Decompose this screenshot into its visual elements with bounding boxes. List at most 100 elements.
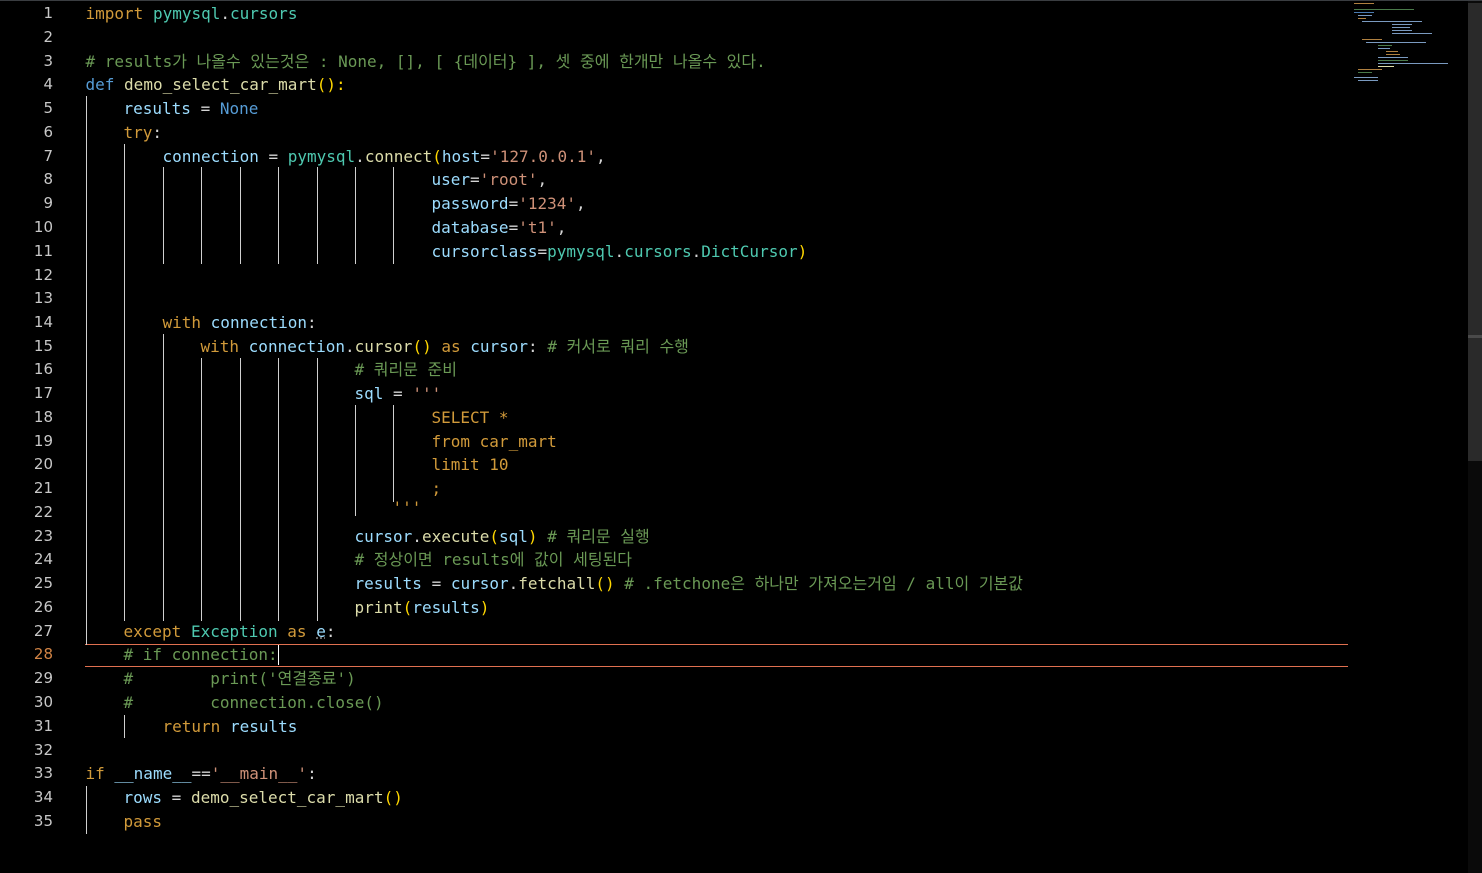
line-number: 1 xyxy=(43,4,53,22)
token-operator: = xyxy=(508,218,519,237)
code-line-5[interactable]: results = None xyxy=(124,97,259,121)
line-number: 32 xyxy=(33,741,53,759)
indent-guide xyxy=(277,358,279,621)
code-line-28[interactable]: # if connection: xyxy=(124,643,278,667)
code-line-30[interactable]: # connection.close() xyxy=(124,691,384,715)
token-class: Exception xyxy=(190,622,278,641)
minimap-line xyxy=(1354,12,1374,13)
token-variable: e xyxy=(316,622,326,641)
token-punct: , xyxy=(596,147,606,166)
token-function: execute xyxy=(421,527,490,546)
token-bracket: ) xyxy=(479,598,490,617)
code-line-31[interactable]: return results xyxy=(163,715,298,739)
token-punct: . xyxy=(355,147,365,166)
code-line-10[interactable]: database='t1', xyxy=(432,216,567,240)
line-number: 4 xyxy=(43,75,53,93)
token-punct: : xyxy=(307,313,317,332)
minimap-line xyxy=(1378,48,1390,49)
token-operator: = xyxy=(258,147,288,166)
minimap-line xyxy=(1358,18,1366,19)
code-line-8[interactable]: user='root', xyxy=(432,168,548,192)
indent-guide xyxy=(354,167,356,264)
line-number: 27 xyxy=(33,622,53,640)
code-line-35[interactable]: pass xyxy=(124,810,163,834)
code-line-4[interactable]: def demo_select_car_mart(): xyxy=(86,73,346,97)
minimap-line xyxy=(1392,30,1412,31)
code-line-19[interactable]: from car_mart xyxy=(432,430,557,454)
code-line-1[interactable]: import pymysql.cursors xyxy=(86,2,298,26)
code-line-24[interactable]: # 정상이면 results에 값이 세팅된다 xyxy=(355,548,633,572)
line-number: 31 xyxy=(33,717,53,735)
code-line-21[interactable]: ; xyxy=(432,477,442,501)
code-line-29[interactable]: # print('연결종료') xyxy=(124,667,356,691)
minimap-line xyxy=(1354,9,1414,10)
token-comment: # 커서로 쿼리 수행 xyxy=(547,337,689,356)
token-variable: sql xyxy=(499,527,528,546)
line-number: 2 xyxy=(43,28,53,46)
line-number: 3 xyxy=(43,52,53,70)
token-bracket: ( xyxy=(432,147,442,166)
token-function: demo_select_car_mart xyxy=(190,788,384,807)
code-line-15[interactable]: with connection.cursor() as cursor: # 커서… xyxy=(201,335,689,359)
code-line-25[interactable]: results = cursor.fetchall() # .fetchone은… xyxy=(355,572,1024,596)
token-operator: == xyxy=(191,764,211,783)
scrollbar-thumb[interactable] xyxy=(1468,3,1482,461)
line-number: 33 xyxy=(33,764,53,782)
indent-guide xyxy=(392,167,394,264)
token-punct: . xyxy=(220,4,231,23)
line-number: 35 xyxy=(33,812,53,830)
code-line-3[interactable]: # results가 나올수 있는것은 : None, [], [ {데이터} … xyxy=(86,50,766,74)
code-line-17[interactable]: sql = ''' xyxy=(355,382,442,406)
code-line-14[interactable]: with connection: xyxy=(163,311,317,335)
code-line-9[interactable]: password='1234', xyxy=(432,192,586,216)
line-number: 23 xyxy=(33,527,53,545)
token-comment: # 쿼리문 실행 xyxy=(547,527,650,546)
line-number: 26 xyxy=(33,598,53,616)
code-line-34[interactable]: rows = demo_select_car_mart() xyxy=(124,786,403,810)
code-line-6[interactable]: try: xyxy=(124,121,163,145)
vertical-scrollbar[interactable] xyxy=(1468,1,1482,873)
token-string: ''' xyxy=(412,384,442,403)
code-line-18[interactable]: SELECT * xyxy=(432,406,509,430)
indent-guide xyxy=(239,167,241,264)
code-line-7[interactable]: connection = pymysql.connect(host='127.0… xyxy=(163,145,606,169)
token-bracket: ( xyxy=(489,527,500,546)
token-punct: . xyxy=(614,242,625,261)
minimap[interactable] xyxy=(1352,3,1464,83)
code-line-20[interactable]: limit 10 xyxy=(432,453,509,477)
token-variable: connection xyxy=(162,147,259,166)
token-variable: cursor xyxy=(450,574,509,593)
code-line-23[interactable]: cursor.execute(sql) # 쿼리문 실행 xyxy=(355,525,650,549)
token-keyword: try xyxy=(123,123,153,142)
token-param: cursorclass xyxy=(431,242,538,261)
indent-guide xyxy=(316,167,318,264)
token-param: user xyxy=(431,170,471,189)
code-line-26[interactable]: print(results) xyxy=(355,596,490,620)
token-param: password xyxy=(431,194,509,213)
code-editor[interactable]: 1 2 3 4 5 6 7 8 9 10 11 12 13 14 15 16 17 18 19 20 21 22 23 24 2… xyxy=(0,0,1482,873)
token-comment: # .fetchone은 하나만 가져오는거임 / all이 기본값 xyxy=(624,574,1023,593)
token-bracket: () xyxy=(383,788,403,807)
token-string: '127.0.0.1' xyxy=(490,147,597,166)
token-variable: sql xyxy=(354,384,384,403)
line-number: 10 xyxy=(33,218,53,236)
minimap-line xyxy=(1378,57,1408,58)
indent-guide xyxy=(392,405,394,502)
code-line-16[interactable]: # 쿼리문 준비 xyxy=(355,358,458,382)
code-line-11[interactable]: cursorclass=pymysql.cursors.DictCursor) xyxy=(432,240,808,264)
token-operator: = xyxy=(537,242,548,261)
token-operator: = xyxy=(383,384,413,403)
code-line-33[interactable]: if __name__=='__main__': xyxy=(86,762,317,786)
code-line-27[interactable]: except Exception as e: xyxy=(124,620,336,644)
minimap-line xyxy=(1362,21,1422,22)
token-module: pymysql xyxy=(287,147,356,166)
token-variable: results xyxy=(229,717,298,736)
code-line-22[interactable]: ''' xyxy=(393,496,422,520)
line-number: 17 xyxy=(33,384,53,402)
